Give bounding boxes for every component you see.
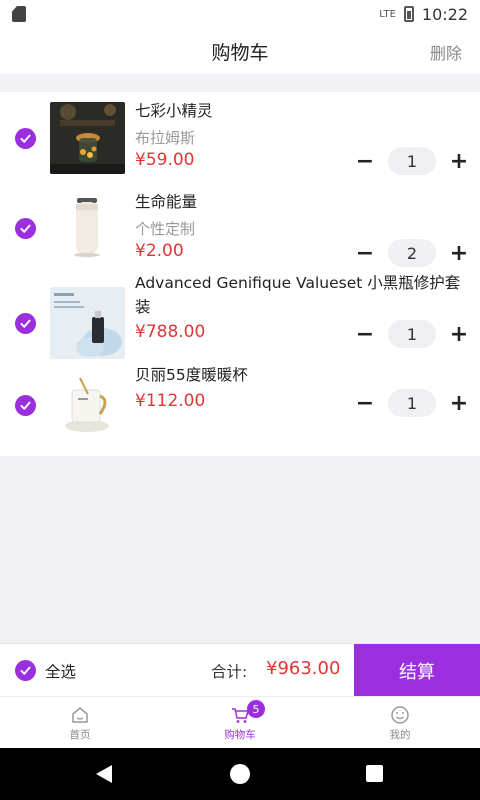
quantity-value[interactable]: 1 bbox=[388, 320, 436, 348]
increase-button[interactable]: + bbox=[450, 149, 468, 174]
item-checkbox[interactable] bbox=[15, 313, 36, 334]
item-price: ¥788.00 bbox=[135, 322, 206, 342]
item-checkbox[interactable] bbox=[15, 128, 36, 149]
increase-button[interactable]: + bbox=[450, 322, 468, 347]
total-amount: ¥963.00 bbox=[266, 658, 341, 679]
battery-icon bbox=[403, 6, 414, 22]
system-nav-bar bbox=[0, 748, 480, 800]
network-type: LTE bbox=[379, 8, 396, 20]
item-checkbox[interactable] bbox=[15, 395, 36, 416]
check-icon bbox=[20, 319, 31, 328]
select-all-checkbox[interactable] bbox=[15, 660, 36, 681]
tab-cart[interactable]: 购物车 5 bbox=[190, 697, 290, 749]
quantity-stepper: − 2 + bbox=[356, 239, 468, 267]
sim-card-icon bbox=[12, 6, 26, 22]
cart-item: Advanced Genifique Valueset 小黑瓶修护套装 ¥788… bbox=[0, 274, 480, 370]
decrease-button[interactable]: − bbox=[356, 241, 374, 266]
check-icon bbox=[20, 401, 31, 410]
decrease-button[interactable]: − bbox=[356, 322, 374, 347]
checkout-button[interactable]: 结算 bbox=[354, 644, 480, 697]
serum-bottle-icon[interactable] bbox=[50, 287, 125, 359]
item-price: ¥2.00 bbox=[135, 241, 184, 261]
check-icon bbox=[20, 224, 31, 233]
cart-item: 生命能量 个性定制 ¥2.00 − 2 + bbox=[0, 184, 480, 277]
status-indicators: LTE 10:22 bbox=[379, 5, 468, 24]
page-header: 购物车 删除 bbox=[0, 28, 480, 74]
home-icon bbox=[72, 706, 88, 723]
item-name[interactable]: 贝丽55度暖暖杯 bbox=[135, 363, 472, 387]
quantity-stepper: − 1 + bbox=[356, 389, 468, 417]
home-button-icon[interactable] bbox=[230, 764, 250, 784]
tab-mine[interactable]: 我的 bbox=[350, 697, 450, 749]
back-icon[interactable] bbox=[96, 765, 112, 783]
select-all-label[interactable]: 全选 bbox=[45, 660, 76, 682]
warming-mug-icon[interactable] bbox=[50, 370, 125, 442]
item-spec: 布拉姆斯 bbox=[135, 129, 196, 147]
item-name[interactable]: 生命能量 bbox=[135, 190, 472, 214]
thermos-icon[interactable] bbox=[50, 192, 125, 264]
tab-bar: 首页 购物车 5 我的 bbox=[0, 696, 480, 748]
check-icon bbox=[20, 666, 31, 675]
quantity-value[interactable]: 1 bbox=[388, 147, 436, 175]
cart-item: 贝丽55度暖暖杯 ¥112.00 − 1 + bbox=[0, 366, 480, 456]
quantity-stepper: − 1 + bbox=[356, 147, 468, 175]
night-lamp-icon[interactable] bbox=[50, 102, 125, 174]
quantity-value[interactable]: 1 bbox=[388, 389, 436, 417]
quantity-value[interactable]: 2 bbox=[388, 239, 436, 267]
tab-label: 购物车 bbox=[224, 728, 256, 741]
increase-button[interactable]: + bbox=[450, 391, 468, 416]
decrease-button[interactable]: − bbox=[356, 391, 374, 416]
item-name[interactable]: 七彩小精灵 bbox=[135, 99, 472, 123]
check-icon bbox=[20, 134, 31, 143]
item-price: ¥59.00 bbox=[135, 150, 195, 170]
item-name[interactable]: Advanced Genifique Valueset 小黑瓶修护套装 bbox=[135, 271, 472, 319]
clock: 10:22 bbox=[421, 4, 468, 24]
checkout-bar: 全选 合计: ¥963.00 结算 bbox=[0, 643, 480, 697]
cart-count-badge: 5 bbox=[247, 700, 265, 718]
total-label: 合计: bbox=[211, 663, 248, 681]
delete-button[interactable]: 删除 bbox=[430, 40, 462, 64]
recent-apps-icon[interactable] bbox=[366, 765, 383, 782]
page-title: 购物车 bbox=[211, 41, 269, 64]
decrease-button[interactable]: − bbox=[356, 149, 374, 174]
item-spec: 个性定制 bbox=[135, 220, 196, 238]
cart-item: 七彩小精灵 布拉姆斯 ¥59.00 − 1 + bbox=[0, 92, 480, 184]
tab-home[interactable]: 首页 bbox=[30, 697, 130, 749]
status-bar: LTE 10:22 bbox=[0, 0, 480, 28]
increase-button[interactable]: + bbox=[450, 241, 468, 266]
item-price: ¥112.00 bbox=[135, 391, 206, 411]
quantity-stepper: − 1 + bbox=[356, 320, 468, 348]
cart-list: 七彩小精灵 布拉姆斯 ¥59.00 − 1 + 生命能量 个性定制 ¥2.00 … bbox=[0, 92, 480, 456]
tab-label: 首页 bbox=[69, 728, 91, 741]
item-checkbox[interactable] bbox=[15, 218, 36, 239]
tab-label: 我的 bbox=[389, 728, 411, 741]
smile-icon bbox=[391, 705, 409, 724]
